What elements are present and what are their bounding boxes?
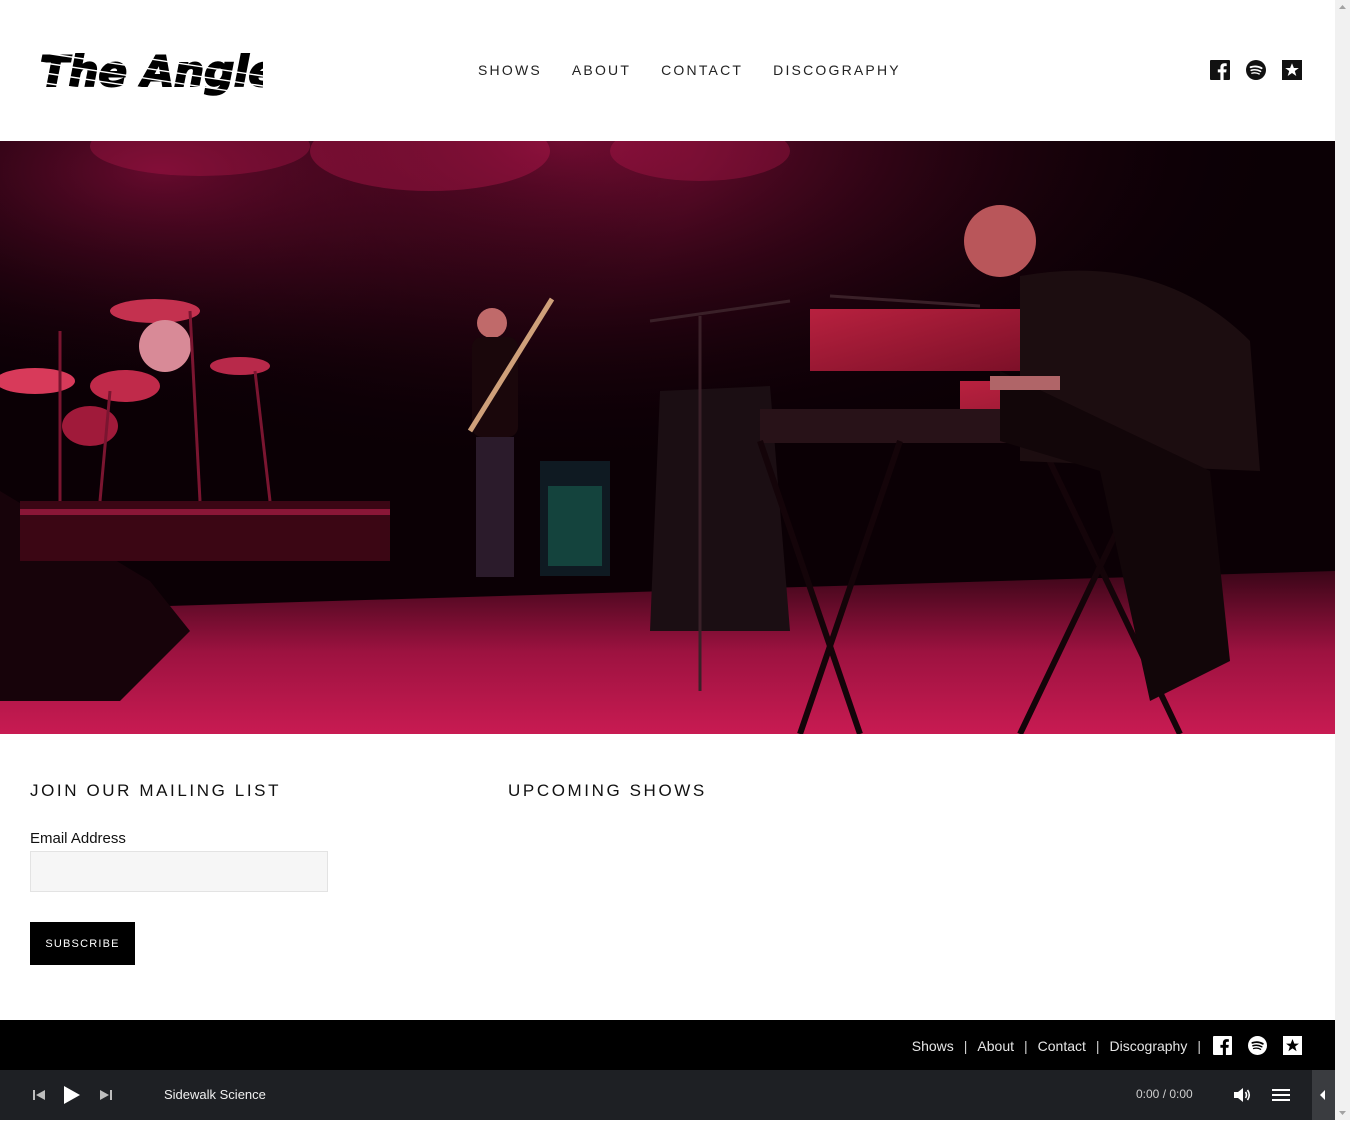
scroll-down-arrow-icon[interactable] bbox=[1335, 1105, 1350, 1120]
footer-nav: Shows | About | Contact | Discography | bbox=[912, 1036, 1302, 1055]
subscribe-button[interactable]: SUBSCRIBE bbox=[30, 922, 135, 965]
scroll-up-arrow-icon[interactable] bbox=[1335, 0, 1350, 15]
footer-separator: | bbox=[1095, 1037, 1100, 1054]
footer-link-contact[interactable]: Contact bbox=[1038, 1038, 1086, 1054]
footer-separator: | bbox=[1024, 1037, 1028, 1054]
email-field[interactable] bbox=[30, 851, 328, 892]
track-title: Sidewalk Science bbox=[164, 1087, 266, 1102]
nav-shows[interactable]: SHOWS bbox=[478, 61, 542, 79]
band-photo bbox=[0, 141, 1335, 734]
email-label: Email Address bbox=[30, 830, 126, 847]
audio-player: Sidewalk Science 0:00 / 0:00 bbox=[0, 1070, 1335, 1120]
upcoming-shows-heading: UPCOMING SHOWS bbox=[508, 781, 707, 800]
next-track-icon[interactable] bbox=[96, 1085, 116, 1105]
page: The Angle SHOWS ABOUT CONTACT DISCOGRAPH… bbox=[0, 0, 1335, 1120]
footer-link-about[interactable]: About bbox=[977, 1038, 1014, 1054]
site-footer: Shows | About | Contact | Discography | bbox=[0, 1020, 1335, 1070]
site-header: The Angle SHOWS ABOUT CONTACT DISCOGRAPH… bbox=[0, 0, 1335, 141]
reverbnation-star-icon[interactable] bbox=[1282, 60, 1302, 80]
hero-image bbox=[0, 141, 1335, 734]
spotify-icon[interactable] bbox=[1248, 1036, 1267, 1055]
facebook-icon[interactable] bbox=[1210, 60, 1230, 80]
footer-link-shows[interactable]: Shows bbox=[912, 1038, 954, 1054]
spotify-icon[interactable] bbox=[1246, 60, 1266, 80]
volume-icon[interactable] bbox=[1232, 1085, 1252, 1105]
page-scrollbar[interactable] bbox=[1335, 0, 1350, 1120]
footer-separator: | bbox=[1197, 1037, 1201, 1054]
nav-about[interactable]: ABOUT bbox=[572, 61, 631, 79]
playback-time: 0:00 / 0:00 bbox=[1136, 1087, 1193, 1101]
play-icon[interactable] bbox=[59, 1083, 83, 1107]
player-collapse-button[interactable] bbox=[1312, 1070, 1335, 1120]
chevron-left-icon bbox=[1320, 1090, 1325, 1100]
nav-discography[interactable]: DISCOGRAPHY bbox=[773, 61, 901, 79]
facebook-icon[interactable] bbox=[1213, 1036, 1232, 1055]
footer-link-discography[interactable]: Discography bbox=[1110, 1038, 1188, 1054]
main-nav: SHOWS ABOUT CONTACT DISCOGRAPHY bbox=[478, 61, 931, 79]
previous-track-icon[interactable] bbox=[29, 1085, 49, 1105]
nav-contact[interactable]: CONTACT bbox=[661, 61, 743, 79]
mailing-list-heading: JOIN OUR MAILING LIST bbox=[30, 781, 282, 800]
header-social-links bbox=[1210, 60, 1302, 80]
site-logo[interactable]: The Angle bbox=[38, 40, 263, 104]
footer-separator: | bbox=[963, 1037, 968, 1054]
reverbnation-star-icon[interactable] bbox=[1283, 1036, 1302, 1055]
playlist-menu-icon[interactable] bbox=[1271, 1085, 1291, 1105]
